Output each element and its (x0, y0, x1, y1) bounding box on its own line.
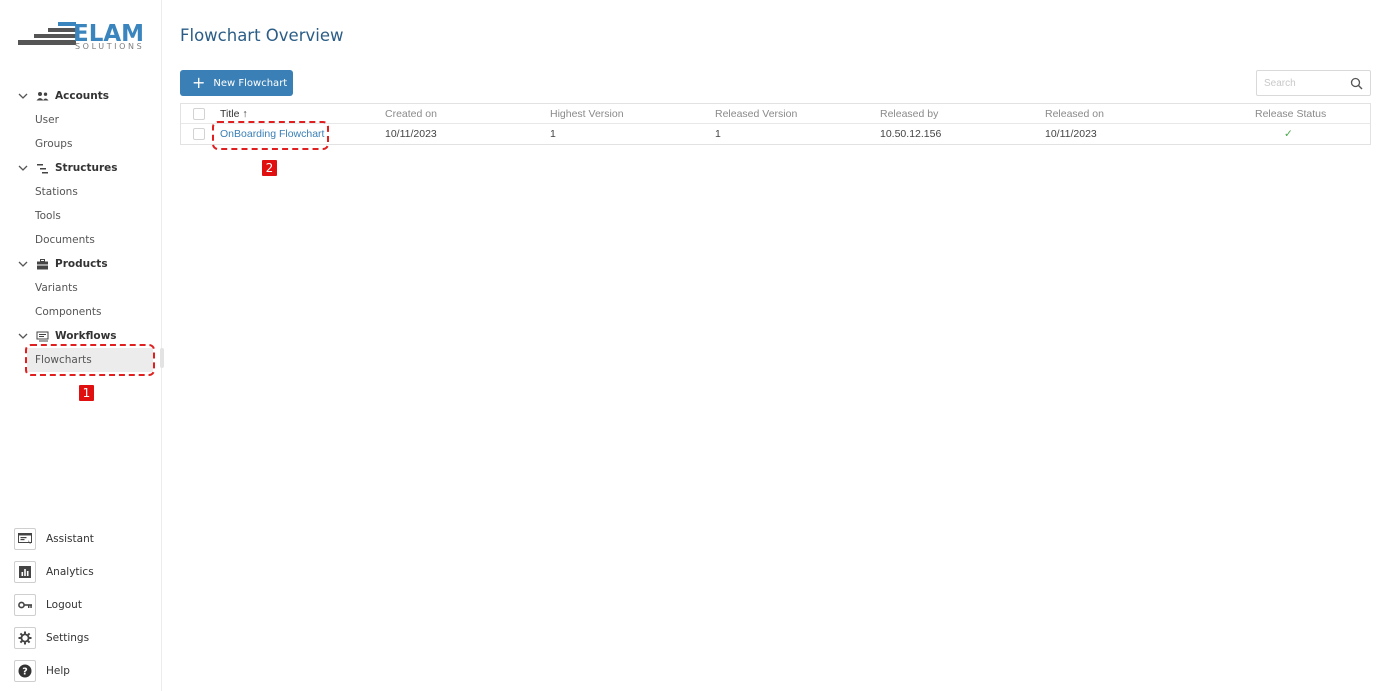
users-icon (36, 91, 49, 100)
sidebar-bottom-label: Analytics (46, 565, 94, 578)
help-icon: ? (14, 659, 36, 682)
released-on-cell: 10/11/2023 (1045, 128, 1097, 140)
briefcase-icon (37, 258, 48, 269)
sidebar-nav: Accounts User Groups Structures Stations… (0, 84, 162, 372)
page-title: Flowchart Overview (180, 26, 344, 45)
sidebar-bottom-label: Help (46, 664, 70, 677)
logo-bars (18, 22, 76, 45)
released-version-cell: 1 (715, 128, 721, 140)
sidebar-item-label: Tools (35, 210, 61, 222)
column-header-title[interactable]: Title ↑ (220, 108, 248, 120)
structure-icon (37, 163, 48, 173)
sidebar-bottom-label: Logout (46, 598, 82, 611)
sidebar-item-variants[interactable]: Variants (0, 276, 162, 300)
sidebar-item-user[interactable]: User (0, 108, 162, 132)
annotation-box-2 (212, 121, 329, 150)
sidebar-item-settings[interactable]: Settings (14, 621, 94, 654)
created-on-cell: 10/11/2023 (385, 128, 437, 140)
svg-text:?: ? (22, 666, 28, 677)
analytics-icon (14, 560, 36, 583)
sidebar-item-logout[interactable]: Logout (14, 588, 94, 621)
sidebar-item-tools[interactable]: Tools (0, 204, 162, 228)
sidebar-section-label: Accounts (55, 90, 110, 102)
chevron-down-icon (18, 165, 28, 171)
highest-version-cell: 1 (550, 128, 556, 140)
column-header-release-status[interactable]: Release Status (1255, 108, 1326, 120)
logo-sub: SOLUTIONS (75, 42, 145, 51)
sidebar-item-groups[interactable]: Groups (0, 132, 162, 156)
sidebar-bottom-label: Settings (46, 631, 90, 644)
column-header-highest-version[interactable]: Highest Version (550, 108, 624, 120)
sidebar-section-label: Structures (55, 162, 118, 174)
workflow-icon (36, 331, 49, 341)
sidebar-item-help[interactable]: ? Help (14, 654, 94, 687)
annotation-number-1: 1 (79, 385, 94, 401)
sidebar-item-label: Stations (35, 186, 78, 198)
column-header-released-version[interactable]: Released Version (715, 108, 797, 120)
select-all-checkbox[interactable] (193, 108, 205, 120)
sidebar-item-components[interactable]: Components (0, 300, 162, 324)
sidebar-bottom-nav: Assistant Analytics Logout Settings ? He… (14, 522, 94, 687)
chevron-down-icon (18, 93, 28, 99)
released-by-cell: 10.50.12.156 (880, 128, 942, 140)
sidebar-section-accounts[interactable]: Accounts (0, 84, 162, 108)
annotation-number-2: 2 (262, 160, 277, 176)
flowchart-table: Title ↑ Created on Highest Version Relea… (180, 103, 1371, 145)
sidebar-section-label: Products (55, 258, 108, 270)
column-header-released-on[interactable]: Released on (1045, 108, 1104, 120)
company-logo: ELAM SOLUTIONS (18, 20, 145, 51)
sidebar-item-assistant[interactable]: Assistant (14, 522, 94, 555)
sidebar-section-label: Workflows (55, 330, 117, 342)
sidebar-item-label: Documents (35, 234, 95, 246)
chevron-down-icon (18, 333, 28, 339)
sidebar-item-label: Groups (35, 138, 73, 150)
assistant-icon (14, 527, 36, 550)
row-checkbox[interactable] (193, 128, 205, 140)
sidebar-item-label: User (35, 114, 59, 126)
sidebar-item-analytics[interactable]: Analytics (14, 555, 94, 588)
new-flowchart-label: New Flowchart (213, 77, 288, 89)
sort-arrow-icon: ↑ (242, 108, 248, 120)
sidebar-item-stations[interactable]: Stations (0, 180, 162, 204)
table-row[interactable]: OnBoarding Flowchart 10/11/2023 1 1 10.5… (181, 124, 1370, 144)
column-header-created-on[interactable]: Created on (385, 108, 437, 120)
chevron-down-icon (18, 261, 28, 267)
sidebar-section-products[interactable]: Products (0, 252, 162, 276)
sidebar-item-label: Variants (35, 282, 78, 294)
sidebar-collapse-handle[interactable] (160, 348, 164, 368)
plus-icon: + (192, 73, 206, 92)
key-icon (14, 593, 36, 616)
new-flowchart-button[interactable]: + New Flowchart (180, 70, 293, 96)
column-header-released-by[interactable]: Released by (880, 108, 938, 120)
annotation-box-1 (25, 344, 155, 376)
gear-icon (14, 626, 36, 649)
sidebar-section-structures[interactable]: Structures (0, 156, 162, 180)
sidebar-item-label: Components (35, 306, 102, 318)
column-header-label: Title (220, 108, 240, 120)
table-header-row: Title ↑ Created on Highest Version Relea… (181, 104, 1370, 124)
sidebar-item-documents[interactable]: Documents (0, 228, 162, 252)
search-box (1256, 70, 1371, 96)
release-status-check-icon: ✓ (1284, 128, 1293, 140)
search-icon[interactable] (1350, 77, 1363, 90)
search-input[interactable] (1264, 77, 1349, 89)
sidebar-bottom-label: Assistant (46, 532, 94, 545)
